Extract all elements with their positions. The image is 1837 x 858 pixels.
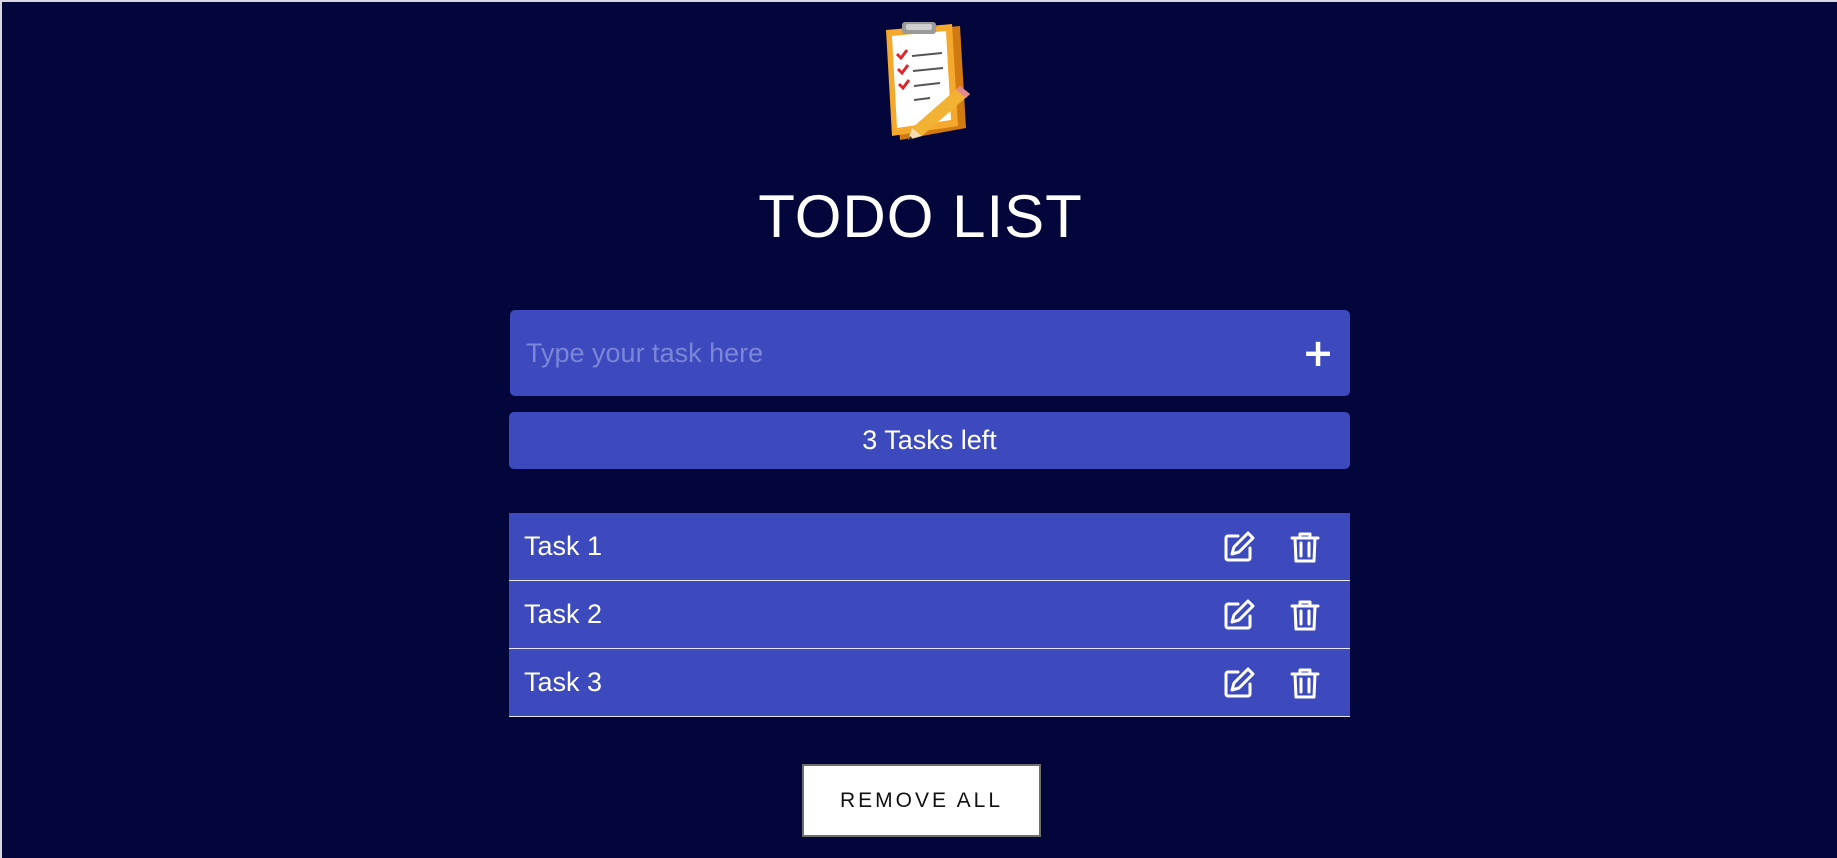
edit-icon — [1224, 667, 1255, 698]
edit-task-button[interactable] — [1221, 597, 1257, 633]
edit-task-button[interactable] — [1221, 529, 1257, 565]
task-label: Task 3 — [524, 667, 603, 697]
list-item: Task 3 — [509, 649, 1350, 717]
list-item: Task 1 — [509, 513, 1350, 581]
task-input-container: + — [510, 310, 1350, 396]
remove-all-button[interactable]: REMOVE ALL — [802, 764, 1041, 837]
add-task-button[interactable]: + — [1296, 331, 1340, 375]
plus-icon: + — [1302, 331, 1334, 375]
tasks-left-counter: 3 Tasks left — [509, 412, 1350, 469]
edit-icon — [1224, 599, 1255, 630]
delete-task-button[interactable] — [1287, 665, 1323, 701]
edit-icon — [1224, 531, 1255, 562]
todo-app: TODO LIST + 3 Tasks left Task 1 — [0, 0, 1837, 858]
edit-task-button[interactable] — [1221, 665, 1257, 701]
task-label: Task 2 — [524, 599, 603, 629]
task-label: Task 1 — [524, 531, 603, 561]
page-title: TODO LIST — [758, 183, 1083, 250]
clipboard-checklist-icon — [886, 22, 970, 140]
delete-task-button[interactable] — [1287, 597, 1323, 633]
delete-task-button[interactable] — [1287, 529, 1323, 565]
task-input[interactable] — [526, 310, 1266, 396]
trash-icon — [1290, 532, 1320, 563]
trash-icon — [1290, 600, 1320, 631]
list-item: Task 2 — [509, 581, 1350, 649]
trash-icon — [1290, 668, 1320, 699]
task-list: Task 1 Task 2 Task 3 — [509, 513, 1350, 717]
